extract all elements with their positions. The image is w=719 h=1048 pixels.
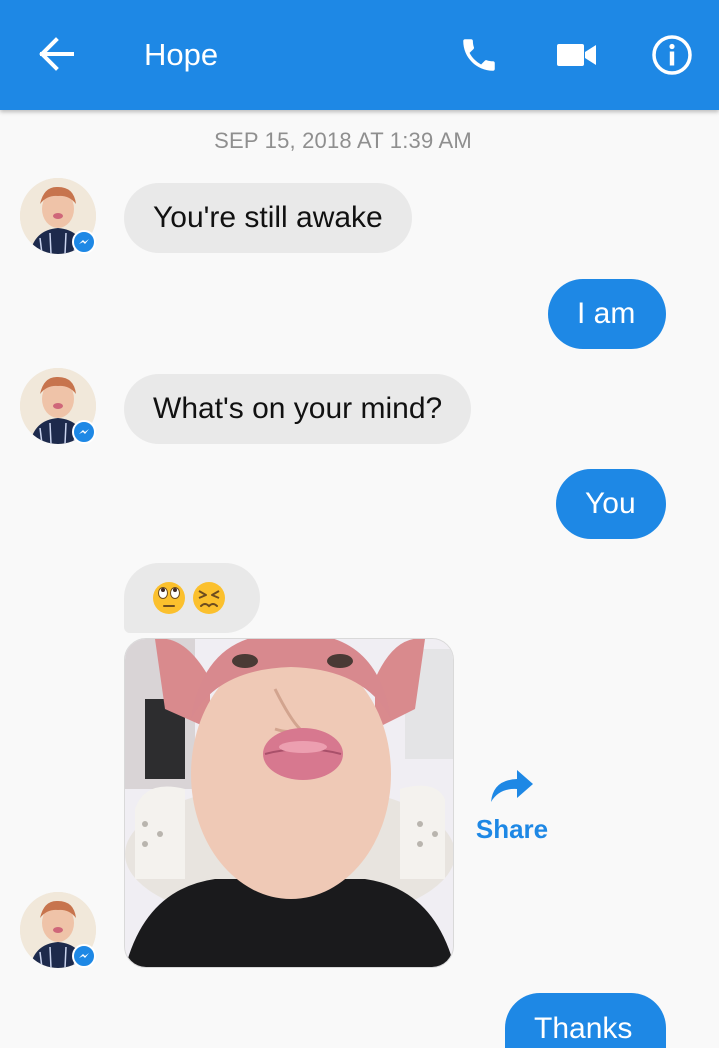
- photo-message[interactable]: [124, 638, 454, 968]
- emoji-message-bubble[interactable]: [124, 563, 260, 633]
- share-arrow-icon: [491, 770, 533, 802]
- info-icon[interactable]: [651, 34, 693, 76]
- video-camera-icon[interactable]: [556, 40, 598, 70]
- share-button[interactable]: Share: [472, 766, 552, 846]
- phone-icon[interactable]: [458, 34, 500, 76]
- eye-roll-emoji: [153, 582, 185, 614]
- conversation-header: Hope: [0, 0, 719, 110]
- share-label: Share: [475, 814, 549, 844]
- message-bubble-outgoing[interactable]: You: [556, 469, 666, 539]
- messenger-badge-icon: [72, 230, 96, 254]
- conversation-timestamp: SEP 15, 2018 AT 1:39 AM: [214, 128, 472, 153]
- message-bubble-incoming[interactable]: You're still awake: [124, 183, 412, 253]
- contact-avatar[interactable]: [20, 178, 96, 254]
- message-bubble-outgoing[interactable]: I am: [548, 279, 666, 349]
- persevering-face-emoji: [193, 582, 225, 614]
- messenger-badge-icon: [72, 420, 96, 444]
- contact-avatar[interactable]: [20, 892, 96, 968]
- contact-name[interactable]: Hope: [144, 35, 218, 75]
- message-bubble-outgoing[interactable]: Thanks: [505, 993, 666, 1048]
- message-bubble-incoming[interactable]: What's on your mind?: [124, 374, 472, 444]
- messenger-badge-icon: [72, 944, 96, 968]
- back-arrow-icon[interactable]: [36, 36, 76, 72]
- contact-avatar[interactable]: [20, 368, 96, 444]
